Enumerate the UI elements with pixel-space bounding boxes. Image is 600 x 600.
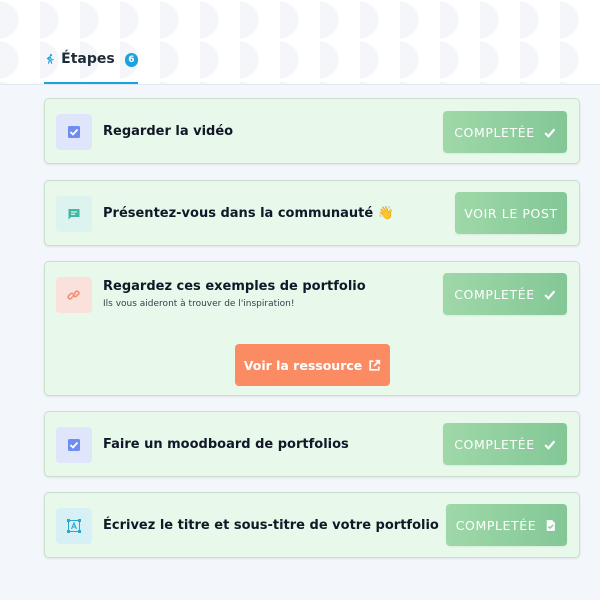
checkbox-icon (56, 114, 92, 150)
button-label: COMPLETÉE (454, 286, 535, 302)
check-icon (544, 440, 555, 450)
tab-etapes[interactable]: Étapes 6 (44, 47, 138, 84)
checkbox-icon (56, 427, 92, 463)
step-title: Présentez-vous dans la communauté 👋 (103, 206, 394, 221)
step-card-5: Écrivez le titre et sous-titre de votre … (44, 492, 580, 558)
text-frame-icon (56, 508, 92, 544)
check-icon (544, 290, 555, 300)
view-resource-button[interactable]: Voir la ressource (235, 344, 390, 386)
button-label: COMPLETÉE (454, 436, 535, 452)
completed-button[interactable]: COMPLETÉE (443, 273, 567, 315)
step-subtitle: Ils vous aideront à trouver de l'inspira… (103, 299, 295, 309)
running-person-icon (46, 54, 54, 64)
button-label: VOIR LE POST (464, 205, 558, 221)
step-card-4: Faire un moodboard de portfolios COMPLET… (44, 411, 580, 477)
check-icon (544, 128, 555, 138)
tab-label: Étapes (61, 51, 115, 67)
document-icon (547, 519, 556, 531)
tab-count-badge: 6 (124, 53, 138, 67)
external-link-icon (369, 359, 381, 371)
completed-button[interactable]: COMPLETÉE (443, 111, 567, 153)
button-label: COMPLETÉE (455, 517, 537, 533)
link-icon (56, 277, 92, 313)
button-label: COMPLETÉE (454, 124, 535, 140)
step-title: Regardez ces exemples de portfolio (103, 279, 366, 294)
view-post-button[interactable]: VOIR LE POST (455, 192, 567, 234)
completed-button[interactable]: COMPLETÉE (443, 423, 567, 465)
completed-button[interactable]: COMPLETÉE (446, 504, 567, 546)
step-card-1: Regarder la vidéo COMPLETÉE (44, 98, 580, 164)
button-label: Voir la ressource (243, 357, 363, 373)
step-card-2: Présentez-vous dans la communauté 👋 VOIR… (44, 180, 580, 246)
step-card-3: Regardez ces exemples de portfolio Ils v… (44, 261, 580, 396)
chat-bubble-icon (56, 196, 92, 232)
step-title: Regarder la vidéo (103, 124, 234, 139)
step-title: Écrivez le titre et sous-titre de votre … (103, 518, 439, 533)
step-title: Faire un moodboard de portfolios (103, 437, 349, 452)
